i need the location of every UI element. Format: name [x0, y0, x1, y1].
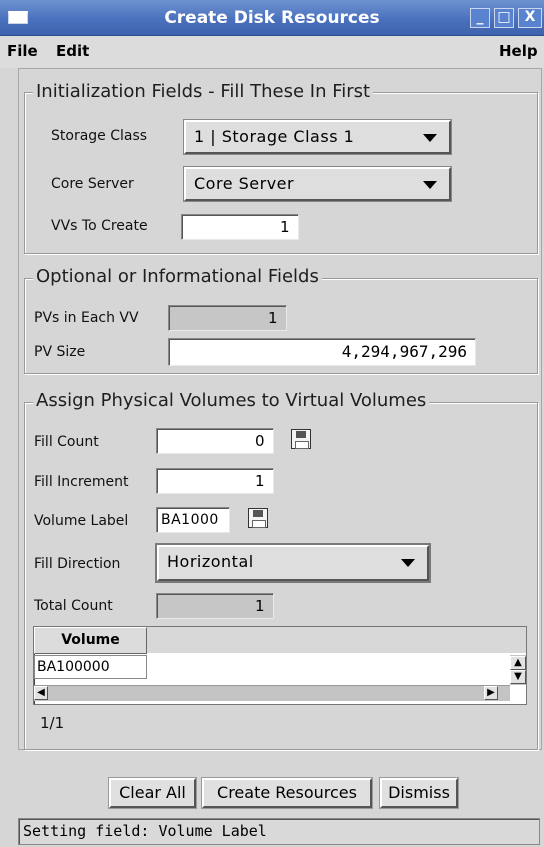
- core-server-label: Core Server: [51, 176, 134, 192]
- fill-direction-select[interactable]: Horizontal: [157, 545, 429, 581]
- storage-class-label: Storage Class: [51, 128, 148, 144]
- storage-class-select[interactable]: 1 | Storage Class 1: [184, 120, 451, 154]
- chevron-down-icon: [423, 181, 437, 189]
- table-header-volume[interactable]: Volume: [34, 627, 147, 654]
- pvs-each-vv-label: PVs in Each VV: [34, 310, 139, 326]
- create-resources-button[interactable]: Create Resources: [202, 778, 372, 808]
- volume-label-label: Volume Label: [34, 513, 129, 529]
- menu-file[interactable]: File: [7, 42, 38, 60]
- scroll-up-button[interactable]: ▲: [510, 656, 526, 670]
- total-count-field: 1: [156, 593, 274, 619]
- fill-increment-label: Fill Increment: [34, 474, 129, 490]
- dismiss-button[interactable]: Dismiss: [380, 778, 458, 808]
- table-row[interactable]: BA100000: [34, 655, 147, 679]
- scroll-down-button[interactable]: ▼: [510, 670, 526, 684]
- pv-size-label: PV Size: [34, 344, 86, 360]
- fill-direction-label: Fill Direction: [34, 556, 121, 572]
- init-legend: Initialization Fields - Fill These In Fi…: [33, 81, 374, 102]
- vvs-to-create-input[interactable]: 1: [181, 214, 299, 240]
- menu-help[interactable]: Help: [499, 42, 538, 60]
- fill-direction-value: Horizontal: [167, 552, 254, 571]
- save-disk-icon[interactable]: [248, 508, 268, 528]
- scroll-left-button[interactable]: ◀: [34, 686, 48, 700]
- optional-legend: Optional or Informational Fields: [33, 266, 322, 287]
- total-count-label: Total Count: [34, 598, 113, 614]
- page-indicator: 1/1: [40, 714, 65, 732]
- horizontal-scrollbar[interactable]: [34, 685, 510, 701]
- fill-increment-input[interactable]: 1: [156, 468, 274, 494]
- pvs-each-vv-field: 1: [168, 305, 287, 331]
- scroll-right-button[interactable]: ▶: [484, 686, 498, 700]
- minimize-button[interactable]: _: [470, 8, 490, 28]
- window-title: Create Disk Resources: [164, 8, 380, 28]
- volume-label-input[interactable]: BA1000: [156, 507, 230, 533]
- chevron-down-icon: [401, 559, 415, 567]
- save-disk-icon[interactable]: [291, 429, 311, 449]
- core-server-select[interactable]: Core Server: [184, 167, 451, 201]
- assign-legend: Assign Physical Volumes to Virtual Volum…: [33, 390, 430, 411]
- status-bar: Setting field: Volume Label: [18, 818, 540, 845]
- fill-count-label: Fill Count: [34, 434, 99, 450]
- maximize-button[interactable]: □: [494, 8, 514, 28]
- close-button[interactable]: X: [518, 8, 542, 28]
- core-server-value: Core Server: [194, 174, 295, 193]
- pv-size-input[interactable]: 4,294,967,296: [168, 338, 476, 366]
- storage-class-value: 1 | Storage Class 1: [194, 127, 355, 146]
- chevron-down-icon: [423, 134, 437, 142]
- clear-all-button[interactable]: Clear All: [109, 778, 196, 808]
- menu-edit[interactable]: Edit: [56, 42, 89, 60]
- vvs-to-create-label: VVs To Create: [51, 218, 148, 234]
- fill-count-input[interactable]: 0: [156, 428, 274, 454]
